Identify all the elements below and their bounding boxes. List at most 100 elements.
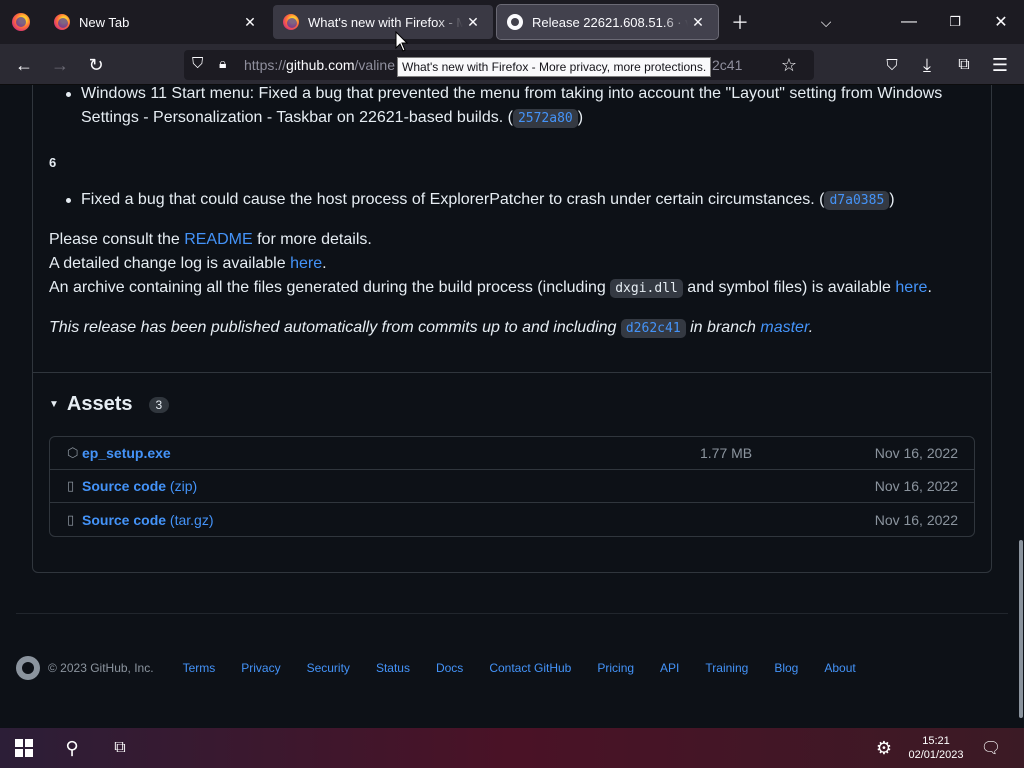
pocket-button[interactable]: ⛉ xyxy=(877,50,907,80)
asset-link[interactable]: Source code (tar.gz) xyxy=(82,512,214,528)
asset-name: ep_setup.exe xyxy=(82,445,171,461)
downloads-button[interactable]: ⤓ xyxy=(912,50,942,80)
reload-icon: ↻ xyxy=(88,54,104,75)
url-scheme: https:// xyxy=(244,57,287,73)
task-view-icon: ⧉ xyxy=(114,739,126,756)
footer-link-contact[interactable]: Contact GitHub xyxy=(489,661,571,675)
url-tail: 2c41 xyxy=(712,57,743,73)
system-clock[interactable]: 15:21 02/01/2023 xyxy=(906,734,966,762)
readme-link[interactable]: README xyxy=(184,231,252,248)
file-zip-icon: ▯ xyxy=(67,478,75,493)
back-button[interactable]: ← xyxy=(9,50,39,80)
list-item-text: Fixed a bug that could cause the host pr… xyxy=(81,191,825,208)
clock-time: 15:21 xyxy=(922,735,950,747)
restore-button[interactable]: ❐ xyxy=(941,8,969,36)
text: A detailed change log is available xyxy=(49,255,291,272)
bookmark-star-button[interactable]: ☆ xyxy=(774,50,804,80)
notifications-button[interactable]: 🗨︎ xyxy=(978,728,1004,768)
scrollbar-thumb[interactable] xyxy=(1019,540,1023,718)
firefox-icon xyxy=(12,13,30,31)
notification-icon: 🗨︎ xyxy=(980,740,1002,757)
page-content: Windows 11 Start menu: Fixed a bug that … xyxy=(0,85,1018,728)
settings-tray-button[interactable]: ⚙ xyxy=(872,728,896,768)
close-tab-icon[interactable]: ✕ xyxy=(463,14,483,31)
footer-link-pricing[interactable]: Pricing xyxy=(597,661,634,675)
footer: © 2023 GitHub, Inc. Terms Privacy Securi… xyxy=(16,655,882,681)
shield-icon[interactable]: ⛉ xyxy=(192,55,203,72)
text: for more details. xyxy=(252,231,372,248)
plus-icon: ＋ xyxy=(731,13,749,33)
branch-link[interactable]: master xyxy=(760,319,808,336)
chevron-down-icon: ⌵ xyxy=(820,13,832,30)
footer-link-api[interactable]: API xyxy=(660,661,679,675)
footer-link-blog[interactable]: Blog xyxy=(774,661,798,675)
footer-link-training[interactable]: Training xyxy=(705,661,748,675)
close-tab-icon[interactable]: ✕ xyxy=(688,14,708,31)
text: . xyxy=(322,255,327,272)
task-view-button[interactable]: ⧉ xyxy=(108,728,132,768)
auto-publish-note: This release has been published automati… xyxy=(49,316,813,341)
list-all-tabs-button[interactable]: ⌵ xyxy=(812,8,840,36)
tab-title: What's new with Firefox - More privacy, … xyxy=(308,14,463,30)
firefox-icon xyxy=(283,14,299,30)
footer-link-docs[interactable]: Docs xyxy=(436,661,463,675)
forward-button[interactable]: → xyxy=(45,50,75,80)
tab-new-tab[interactable]: New Tab ✕ xyxy=(44,5,270,39)
footer-link-terms[interactable]: Terms xyxy=(183,661,216,675)
footer-link-about[interactable]: About xyxy=(824,661,855,675)
asset-date: Nov 16, 2022 xyxy=(874,511,958,528)
commit-link[interactable]: d262c41 xyxy=(620,319,686,338)
close-window-button[interactable]: ✕ xyxy=(987,8,1015,36)
asset-link[interactable]: Source code (zip) xyxy=(82,478,197,494)
archive-line: An archive containing all the files gene… xyxy=(49,276,932,301)
menu-button[interactable]: ☰ xyxy=(985,50,1015,80)
asset-link[interactable]: ep_setup.exe xyxy=(82,445,171,461)
text: in branch xyxy=(685,319,761,336)
asset-date: Nov 16, 2022 xyxy=(874,478,958,494)
footer-link-status[interactable]: Status xyxy=(376,661,410,675)
tab-strip: New Tab ✕ What's new with Firefox - More… xyxy=(0,0,1024,44)
list-item: Fixed a bug that could cause the host pr… xyxy=(66,188,895,213)
section-heading: 6 xyxy=(49,155,57,170)
firefox-view-button[interactable] xyxy=(0,0,42,44)
text: . xyxy=(808,319,814,336)
new-tab-button[interactable]: ＋ xyxy=(726,8,754,36)
commit-link[interactable]: 2572a80 xyxy=(512,109,578,128)
github-mark-icon[interactable] xyxy=(16,656,40,680)
tab-title: New Tab xyxy=(79,14,240,30)
paren: ) xyxy=(889,191,895,208)
windows-taskbar: ⚲ ⧉ ⚙ 🗨︎ xyxy=(0,728,1024,768)
minimize-button[interactable]: — xyxy=(895,8,923,36)
list-item-text: Settings - Personalization - Taskbar on … xyxy=(81,109,513,126)
url-path: /valine xyxy=(354,57,395,73)
close-icon: ✕ xyxy=(994,14,1008,31)
footer-link-security[interactable]: Security xyxy=(307,661,350,675)
close-tab-icon[interactable]: ✕ xyxy=(240,14,260,31)
lock-icon[interactable]: 🔒︎ xyxy=(219,55,226,72)
commit-link[interactable]: d7a0385 xyxy=(824,191,890,210)
tab-whats-new-firefox[interactable]: What's new with Firefox - More privacy, … xyxy=(273,5,493,39)
github-icon xyxy=(507,14,523,30)
changelog-link[interactable]: here xyxy=(290,255,322,272)
divider xyxy=(33,372,991,373)
tab-github-release[interactable]: Release 22621.608.51.6 · valinet/Explore… xyxy=(496,4,719,40)
windows-logo-icon xyxy=(15,739,33,757)
asset-sub: (tar.gz) xyxy=(166,511,214,528)
readme-line: Please consult the README for more detai… xyxy=(49,228,372,252)
extensions-button[interactable]: ⧉ xyxy=(949,50,979,80)
footer-link-privacy[interactable]: Privacy xyxy=(241,661,280,675)
archive-link[interactable]: here xyxy=(895,279,927,296)
download-icon: ⤓ xyxy=(923,54,931,75)
asset-name: Source code xyxy=(82,478,167,494)
assets-list: ⬡ ep_setup.exe 1.77 MB Nov 16, 2022 ▯ So… xyxy=(49,436,975,537)
package-icon: ⬡ xyxy=(67,445,79,460)
search-button[interactable]: ⚲ xyxy=(60,728,84,768)
assets-toggle[interactable]: ▼ Assets 3 xyxy=(49,393,170,416)
url-domain: github.com xyxy=(286,57,355,73)
hamburger-menu-icon: ☰ xyxy=(991,54,1009,75)
arrow-right-icon: → xyxy=(51,54,69,75)
star-icon: ☆ xyxy=(780,54,798,75)
reload-button[interactable]: ↻ xyxy=(81,50,111,80)
puzzle-icon: ⧉ xyxy=(958,56,970,73)
start-button[interactable] xyxy=(14,728,34,768)
